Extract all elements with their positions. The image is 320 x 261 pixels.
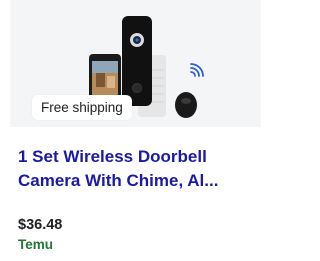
- free-shipping-badge: Free shipping: [32, 95, 132, 120]
- product-title-line: Camera With Chime, Al...: [18, 171, 219, 190]
- doorbell-button: [132, 83, 142, 93]
- product-card[interactable]: Free shipping 1 Set Wireless Doorbell Ca…: [0, 0, 271, 261]
- seller-name: Temu: [18, 237, 54, 252]
- product-title-line: 1 Set Wireless Doorbell: [18, 147, 207, 166]
- product-image[interactable]: Free shipping: [10, 0, 261, 127]
- chime-image: [175, 92, 197, 118]
- product-price: $36.48: [18, 217, 63, 233]
- wifi-signal-icon: [190, 63, 204, 77]
- product-title-link[interactable]: 1 Set Wireless Doorbell Camera With Chim…: [18, 145, 258, 193]
